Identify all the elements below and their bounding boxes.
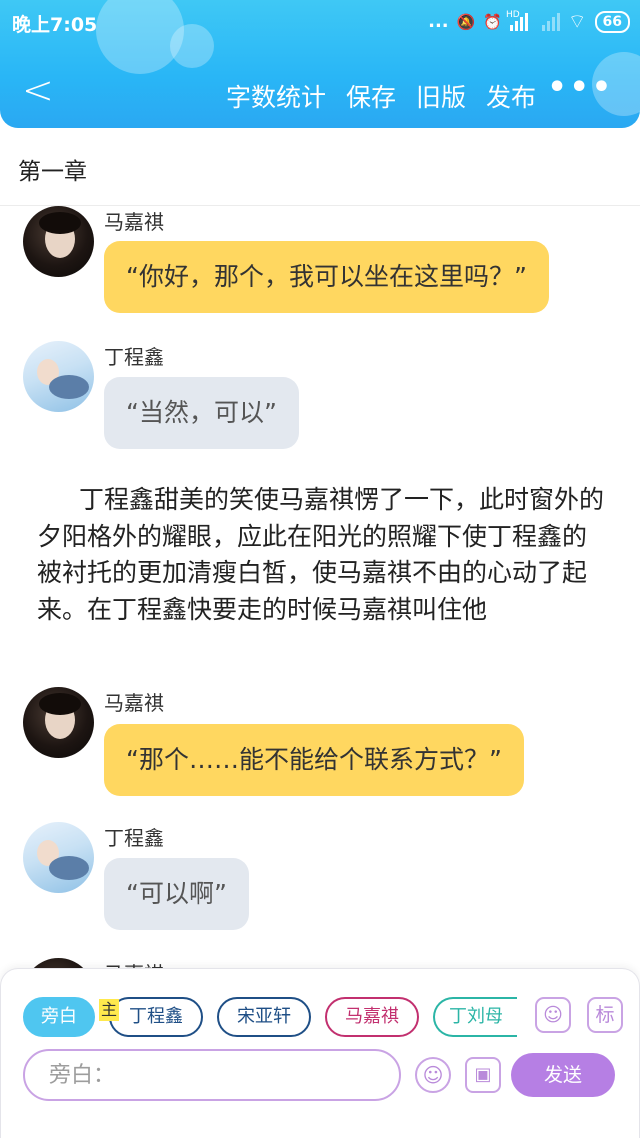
notification-dots-icon: ... bbox=[428, 11, 449, 32]
status-icons: ... 🔕 ⏰ HD ⌔ 66 bbox=[428, 9, 630, 34]
narration-paragraph[interactable]: 丁程鑫甜美的笑使马嘉祺愣了一下，此时窗外的夕阳格外的耀眼，应此在阳光的照耀下使丁… bbox=[37, 482, 607, 628]
mute-icon: 🔕 bbox=[456, 12, 476, 31]
send-button[interactable]: 发送 bbox=[511, 1053, 615, 1097]
avatar-hair bbox=[39, 212, 81, 234]
old-version-button[interactable]: 旧版 bbox=[416, 78, 466, 114]
compose-panel: 旁白 主 丁程鑫 宋亚轩 马嘉祺 丁刘母 ☺ 标 ☺ ▣ 发送 bbox=[0, 968, 640, 1138]
avatar[interactable] bbox=[23, 341, 94, 412]
save-button[interactable]: 保存 bbox=[346, 78, 396, 114]
main-role-tag: 主 bbox=[99, 999, 120, 1021]
image-icon[interactable]: ▣ bbox=[465, 1057, 501, 1093]
wifi-icon: ⌔ bbox=[567, 9, 587, 33]
speaker-name: 马嘉祺 bbox=[104, 210, 164, 234]
message-bubble[interactable]: “你好，那个，我可以坐在这里吗？” bbox=[104, 241, 549, 313]
more-icon[interactable]: ••• bbox=[547, 70, 614, 105]
battery-icon: 66 bbox=[594, 10, 630, 33]
mark-button[interactable]: 标 bbox=[587, 997, 623, 1033]
emoji-icon[interactable]: ☺ bbox=[415, 1057, 451, 1093]
header-actions: 字数统计 保存 旧版 发布 bbox=[226, 78, 536, 114]
status-bar: 晚上7:05 ... 🔕 ⏰ HD ⌔ 66 bbox=[0, 0, 640, 44]
speaker-name: 丁程鑫 bbox=[104, 345, 164, 369]
chapter-title[interactable]: 第一章 bbox=[18, 152, 87, 186]
avatar-figure bbox=[49, 856, 89, 880]
role-chip-song-yaxuan[interactable]: 宋亚轩 bbox=[217, 997, 311, 1037]
avatar[interactable] bbox=[23, 206, 94, 277]
signal-strength-2-icon bbox=[541, 12, 560, 31]
role-manage-icon[interactable]: ☺ bbox=[535, 997, 571, 1033]
alarm-icon: ⏰ bbox=[483, 12, 502, 31]
app-header: 晚上7:05 ... 🔕 ⏰ HD ⌔ 66 < 字数统计 保存 旧版 发布 •… bbox=[0, 0, 640, 128]
nav-bar: < 字数统计 保存 旧版 发布 ••• bbox=[0, 66, 640, 122]
avatar-hair bbox=[39, 693, 81, 715]
role-chip-narrator[interactable]: 旁白 bbox=[23, 997, 95, 1037]
speaker-name: 丁程鑫 bbox=[104, 826, 164, 850]
message-bubble[interactable]: “可以啊” bbox=[104, 858, 249, 930]
avatar[interactable] bbox=[23, 822, 94, 893]
role-chip-ding-chengxin[interactable]: 丁程鑫 bbox=[109, 997, 203, 1037]
role-chip-ma-jiaqi[interactable]: 马嘉祺 bbox=[325, 997, 419, 1037]
status-time: 晚上7:05 bbox=[12, 14, 98, 36]
word-count-button[interactable]: 字数统计 bbox=[226, 78, 326, 114]
message-bubble[interactable]: “当然，可以” bbox=[104, 377, 299, 449]
input-row: ☺ ▣ 发送 bbox=[23, 1049, 623, 1101]
narration-text: 丁程鑫甜美的笑使马嘉祺愣了一下，此时窗外的夕阳格外的耀眼，应此在阳光的照耀下使丁… bbox=[37, 485, 605, 624]
speaker-name: 马嘉祺 bbox=[104, 691, 164, 715]
hd-label: HD bbox=[506, 9, 520, 20]
chapter-header: 第一章 bbox=[0, 128, 640, 206]
message-bubble[interactable]: “那个……能不能给个联系方式？” bbox=[104, 724, 524, 796]
avatar[interactable] bbox=[23, 687, 94, 758]
role-chip-ding-liumu[interactable]: 丁刘母 bbox=[433, 997, 517, 1037]
back-icon[interactable]: < bbox=[22, 70, 54, 110]
avatar-figure bbox=[49, 375, 89, 399]
role-selector: 旁白 主 丁程鑫 宋亚轩 马嘉祺 丁刘母 ☺ 标 bbox=[23, 997, 623, 1037]
publish-button[interactable]: 发布 bbox=[486, 78, 536, 114]
message-input[interactable] bbox=[23, 1049, 401, 1101]
